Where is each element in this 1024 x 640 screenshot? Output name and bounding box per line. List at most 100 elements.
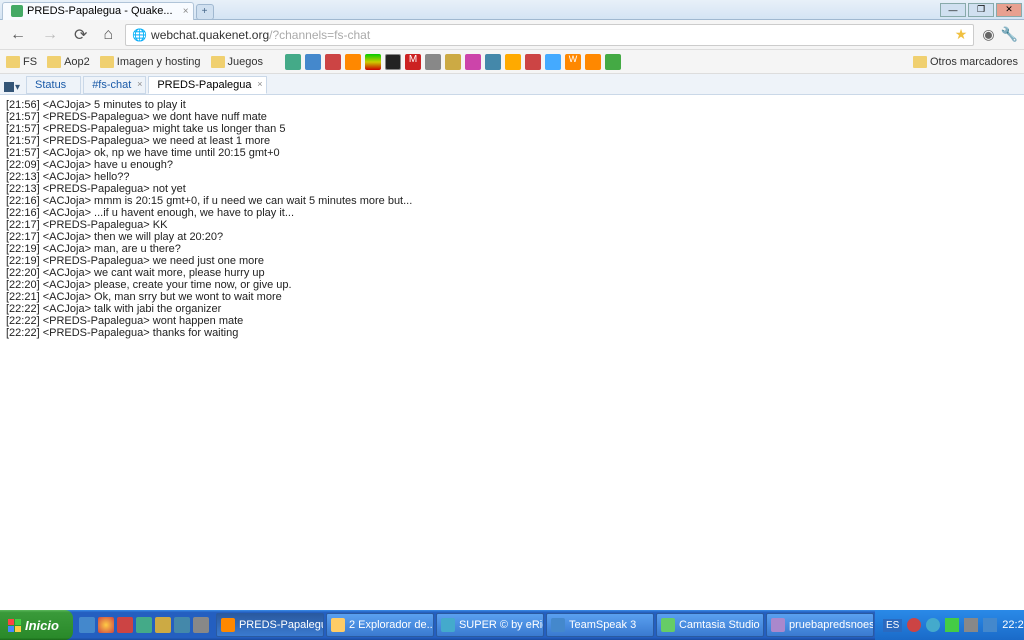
close-icon[interactable]: × bbox=[137, 79, 142, 89]
bookmark-fs[interactable]: FS bbox=[6, 56, 37, 68]
chat-line: [21:57] <PREDS-Papalegua> we dont have n… bbox=[6, 111, 1018, 123]
quick-launch bbox=[73, 617, 215, 633]
close-window-button[interactable]: ✕ bbox=[996, 3, 1022, 17]
tray-icon-1[interactable] bbox=[907, 618, 921, 632]
chat-line: [22:20] <ACJoja> please, create your tim… bbox=[6, 279, 1018, 291]
chat-tab-channel[interactable]: #fs-chat× bbox=[83, 76, 146, 94]
bm-icon-8[interactable] bbox=[425, 54, 441, 70]
bm-icon-3[interactable] bbox=[325, 54, 341, 70]
bookmark-star-icon[interactable]: ★ bbox=[955, 26, 968, 43]
url-bar[interactable]: 🌐 webchat.quakenet.org/?channels=fs-chat… bbox=[125, 24, 974, 46]
other-bookmarks[interactable]: Otros marcadores bbox=[913, 56, 1018, 68]
tray-icon-2[interactable] bbox=[926, 618, 940, 632]
chat-tab-bar: ▾ Status #fs-chat× PREDS-Papalegua× bbox=[0, 74, 1024, 95]
chat-line: [21:56] <ACJoja> 5 minutes to play it bbox=[6, 99, 1018, 111]
ql-icon-5[interactable] bbox=[155, 617, 171, 633]
start-label: Inicio bbox=[25, 618, 59, 633]
settings-icon[interactable]: ◉ bbox=[982, 26, 994, 43]
wrench-icon[interactable]: 🔧 bbox=[1001, 26, 1018, 43]
chat-line: [21:57] <PREDS-Papalegua> might take us … bbox=[6, 123, 1018, 135]
chat-line: [22:17] <PREDS-Papalegua> KK bbox=[6, 219, 1018, 231]
bookmark-imagen[interactable]: Imagen y hosting bbox=[100, 56, 201, 68]
bookmark-toolbar-icons: M W bbox=[285, 54, 621, 70]
language-indicator[interactable]: ES bbox=[883, 619, 902, 632]
reload-button[interactable]: ⟳ bbox=[70, 23, 91, 47]
tray-icon-3[interactable] bbox=[945, 618, 959, 632]
favicon-icon bbox=[11, 5, 23, 17]
folder-icon bbox=[47, 56, 61, 68]
chat-line: [22:21] <ACJoja> Ok, man srry but we won… bbox=[6, 291, 1018, 303]
ql-icon-7[interactable] bbox=[193, 617, 209, 633]
ql-icon-6[interactable] bbox=[174, 617, 190, 633]
forward-button[interactable]: → bbox=[38, 24, 62, 46]
tray-clock[interactable]: 22:22 bbox=[1002, 619, 1024, 631]
chat-tab-status[interactable]: Status bbox=[26, 76, 81, 94]
task-icon bbox=[661, 618, 675, 632]
task-explorer[interactable]: 2 Explorador de... bbox=[326, 613, 434, 637]
browser-nav-bar: ← → ⟳ ⌂ 🌐 webchat.quakenet.org/?channels… bbox=[0, 20, 1024, 50]
home-button[interactable]: ⌂ bbox=[99, 24, 117, 46]
chat-line: [22:09] <ACJoja> have u enough? bbox=[6, 159, 1018, 171]
window-titlebar: PREDS-Papalegua - Quake... × + — ❐ ✕ bbox=[0, 0, 1024, 20]
tray-icon-5[interactable] bbox=[983, 618, 997, 632]
bm-icon-13[interactable] bbox=[525, 54, 541, 70]
start-button[interactable]: Inicio bbox=[0, 610, 73, 640]
task-preds[interactable]: PREDS-Papalegu... bbox=[216, 613, 324, 637]
browser-tab-active[interactable]: PREDS-Papalegua - Quake... × bbox=[2, 2, 194, 20]
maximize-button[interactable]: ❐ bbox=[968, 3, 994, 17]
bm-icon-4[interactable] bbox=[345, 54, 361, 70]
windows-taskbar: Inicio PREDS-Papalegu... 2 Explorador de… bbox=[0, 610, 1024, 640]
close-icon[interactable]: × bbox=[257, 79, 262, 89]
task-prueba[interactable]: pruebapredsnoes... bbox=[766, 613, 874, 637]
globe-icon: 🌐 bbox=[132, 28, 147, 42]
bm-icon-16[interactable] bbox=[585, 54, 601, 70]
bookmarks-bar: FS Aop2 Imagen y hosting Juegos M W Otro… bbox=[0, 50, 1024, 74]
folder-icon bbox=[331, 618, 345, 632]
task-teamspeak[interactable]: TeamSpeak 3 bbox=[546, 613, 654, 637]
ql-ie-icon[interactable] bbox=[79, 617, 95, 633]
url-text: webchat.quakenet.org/?channels=fs-chat bbox=[151, 28, 370, 42]
task-super[interactable]: SUPER © by eRig... bbox=[436, 613, 544, 637]
system-tray: ES 22:22 bbox=[875, 610, 1024, 640]
folder-icon bbox=[211, 56, 225, 68]
close-tab-icon[interactable]: × bbox=[183, 6, 189, 17]
task-icon bbox=[221, 618, 235, 632]
task-icon bbox=[551, 618, 565, 632]
tray-volume-icon[interactable] bbox=[964, 618, 978, 632]
ql-icon-4[interactable] bbox=[136, 617, 152, 633]
ql-chrome-icon[interactable] bbox=[98, 617, 114, 633]
chat-line: [22:19] <PREDS-Papalegua> we need just o… bbox=[6, 255, 1018, 267]
new-tab-button[interactable]: + bbox=[196, 4, 214, 20]
chat-line: [22:17] <ACJoja> then we will play at 20… bbox=[6, 231, 1018, 243]
chat-line: [22:22] <PREDS-Papalegua> thanks for wai… bbox=[6, 327, 1018, 339]
bm-icon-17[interactable] bbox=[605, 54, 621, 70]
chat-app-logo[interactable]: ▾ bbox=[4, 80, 22, 94]
bookmark-juegos[interactable]: Juegos bbox=[211, 56, 263, 68]
bm-icon-14[interactable] bbox=[545, 54, 561, 70]
bm-icon-11[interactable] bbox=[485, 54, 501, 70]
chat-line: [22:22] <ACJoja> talk with jabi the orga… bbox=[6, 303, 1018, 315]
bm-icon-1[interactable] bbox=[285, 54, 301, 70]
bm-icon-2[interactable] bbox=[305, 54, 321, 70]
chat-line: [21:57] <ACJoja> ok, np we have time unt… bbox=[6, 147, 1018, 159]
bm-icon-15[interactable]: W bbox=[565, 54, 581, 70]
bm-icon-7[interactable]: M bbox=[405, 54, 421, 70]
chat-line: [22:19] <ACJoja> man, are u there? bbox=[6, 243, 1018, 255]
task-camtasia[interactable]: Camtasia Studio -... bbox=[656, 613, 764, 637]
windows-logo-icon bbox=[8, 619, 21, 632]
folder-icon bbox=[913, 56, 927, 68]
bm-icon-6[interactable] bbox=[385, 54, 401, 70]
folder-icon bbox=[6, 56, 20, 68]
bm-icon-5[interactable] bbox=[365, 54, 381, 70]
bm-icon-10[interactable] bbox=[465, 54, 481, 70]
chat-tab-pm-active[interactable]: PREDS-Papalegua× bbox=[148, 76, 266, 94]
bm-icon-9[interactable] bbox=[445, 54, 461, 70]
browser-tab-title: PREDS-Papalegua - Quake... bbox=[27, 5, 173, 17]
bm-icon-12[interactable] bbox=[505, 54, 521, 70]
minimize-button[interactable]: — bbox=[940, 3, 966, 17]
chat-line: [21:57] <PREDS-Papalegua> we need at lea… bbox=[6, 135, 1018, 147]
back-button[interactable]: ← bbox=[6, 24, 30, 46]
chat-line: [22:13] <ACJoja> hello?? bbox=[6, 171, 1018, 183]
bookmark-aop2[interactable]: Aop2 bbox=[47, 56, 90, 68]
ql-icon-3[interactable] bbox=[117, 617, 133, 633]
